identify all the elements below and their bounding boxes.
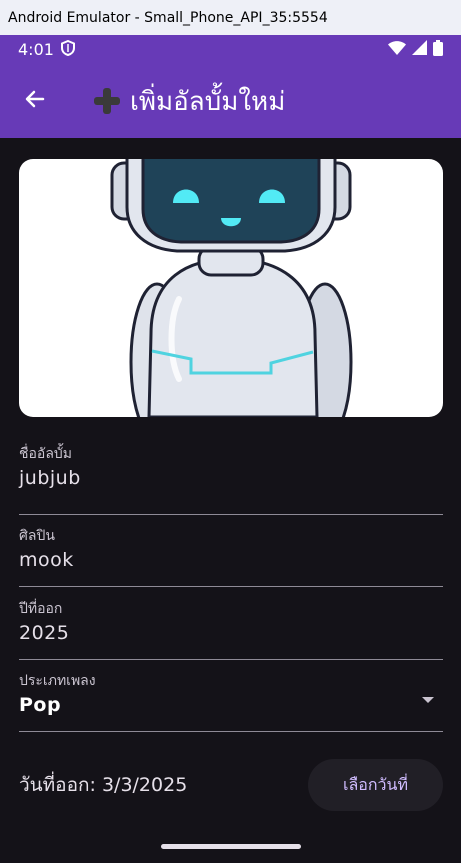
heavy-plus-icon <box>92 86 122 116</box>
genre-dropdown[interactable]: ประเภทเพลง Pop <box>19 660 443 732</box>
gesture-nav-handle[interactable] <box>161 844 301 849</box>
window-title: Android Emulator - Small_Phone_API_35:55… <box>8 9 328 26</box>
release-year-label: ปีที่ออก <box>19 601 63 617</box>
page-title: เพิ่มอัลบั้มใหม่ <box>92 81 285 122</box>
pick-date-button-label: เลือกวันที่ <box>342 774 409 794</box>
artist-label: ศิลปิน <box>19 528 55 544</box>
release-date-row: วันที่ออก: 3/3/2025 เลือกวันที่ <box>19 759 443 811</box>
release-year-field[interactable]: ปีที่ออก 2025 <box>19 588 443 660</box>
album-cover-image[interactable] <box>19 159 443 417</box>
battery-icon <box>433 39 443 60</box>
pick-date-button[interactable]: เลือกวันที่ <box>308 759 443 811</box>
dropdown-arrow-icon[interactable] <box>422 697 434 703</box>
status-bar: 4:01 <box>0 35 461 64</box>
release-date-text: วันที่ออก: 3/3/2025 <box>19 774 188 796</box>
album-name-label: ชื่ออัลบั้ม <box>19 446 73 462</box>
album-name-field[interactable]: ชื่ออัลบั้ม jubjub <box>19 443 443 515</box>
release-year-input[interactable]: 2025 <box>19 622 443 644</box>
arrow-back-icon <box>23 87 47 115</box>
app-bar: เพิ่มอัลบั้มใหม่ <box>0 64 461 138</box>
back-button[interactable] <box>18 84 52 118</box>
artist-field[interactable]: ศิลปิน mook <box>19 515 443 587</box>
robot-illustration <box>110 159 353 417</box>
signal-icon <box>412 40 427 59</box>
shield-icon <box>60 39 75 60</box>
album-name-input[interactable]: jubjub <box>19 467 443 489</box>
genre-label: ประเภทเพลง <box>19 673 96 689</box>
page-title-text: เพิ่มอัลบั้มใหม่ <box>130 86 286 117</box>
wifi-icon <box>388 40 406 59</box>
emulator-window-titlebar: Android Emulator - Small_Phone_API_35:55… <box>0 0 461 35</box>
status-time: 4:01 <box>18 40 54 59</box>
genre-selected-value[interactable]: Pop <box>19 694 443 716</box>
artist-input[interactable]: mook <box>19 549 443 571</box>
